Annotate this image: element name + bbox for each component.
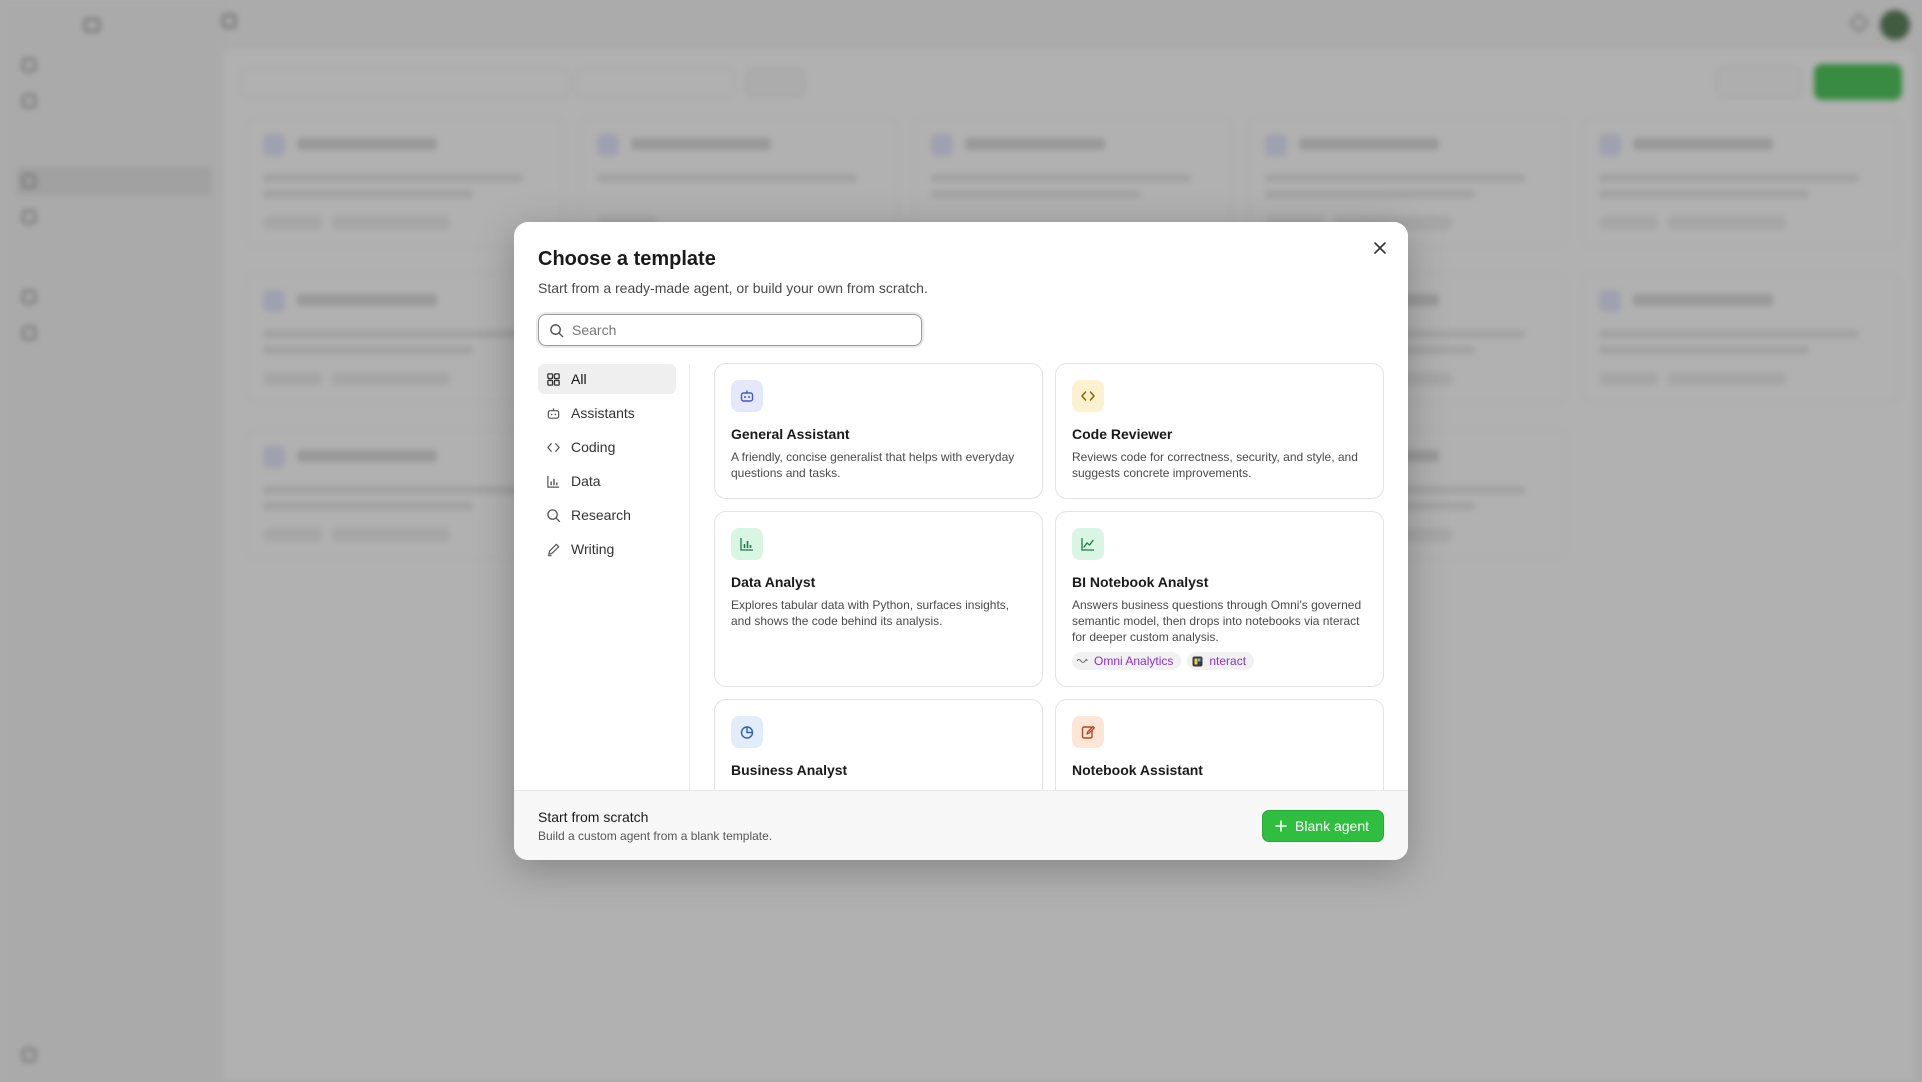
category-assistants[interactable]: Assistants	[538, 398, 676, 428]
category-label: Research	[571, 507, 631, 523]
category-all[interactable]: All	[538, 364, 676, 394]
pie-chart-icon	[740, 726, 754, 739]
close-button[interactable]	[1368, 236, 1392, 260]
search-input[interactable]	[572, 322, 892, 338]
category-list: All Assistants Coding Data Research Writ…	[538, 364, 676, 568]
template-name: Notebook Assistant	[1072, 762, 1203, 778]
template-icon-box	[731, 716, 763, 748]
category-writing[interactable]: Writing	[538, 534, 676, 564]
template-name: Code Reviewer	[1072, 426, 1173, 442]
template-icon-box	[731, 380, 763, 412]
category-coding[interactable]: Coding	[538, 432, 676, 462]
line-chart-icon	[1081, 538, 1094, 551]
template-card-notebook-assistant[interactable]: Notebook Assistant	[1055, 699, 1384, 793]
template-card-business-analyst[interactable]: Business Analyst	[714, 699, 1043, 793]
template-search[interactable]	[538, 314, 922, 346]
template-name: Business Analyst	[731, 762, 848, 778]
dialog-title: Choose a template	[538, 248, 716, 270]
bar-chart-icon	[547, 475, 560, 488]
dialog-footer: Start from scratch Build a custom agent …	[514, 790, 1408, 860]
category-label: Writing	[571, 541, 615, 557]
search-icon	[550, 323, 564, 337]
plus-icon	[1275, 820, 1287, 832]
template-grid: General Assistant A friendly, concise ge…	[714, 363, 1394, 793]
blank-agent-label: Blank agent	[1295, 818, 1369, 834]
template-card-general-assistant[interactable]: General Assistant A friendly, concise ge…	[714, 363, 1043, 499]
template-description: Reviews code for correctness, security, …	[1072, 450, 1358, 480]
robot-icon	[740, 390, 754, 402]
footer-title: Start from scratch	[538, 809, 649, 825]
template-icon-box	[1072, 716, 1104, 748]
integration-tags: Omni Analytics nteract	[1072, 652, 1255, 670]
grid-icon	[547, 372, 560, 386]
category-label: Coding	[571, 439, 616, 455]
code-icon	[1081, 391, 1095, 401]
blank-agent-button[interactable]: Blank agent	[1262, 810, 1384, 842]
integration-tag: Omni Analytics	[1072, 652, 1182, 670]
template-description: Answers business questions through Omni'…	[1072, 598, 1362, 644]
category-label: All	[571, 371, 587, 387]
notebook-edit-icon	[1081, 725, 1095, 739]
bar-chart-icon	[740, 538, 753, 551]
robot-icon	[547, 407, 560, 419]
pen-icon	[547, 543, 560, 556]
tag-label: Omni Analytics	[1094, 654, 1174, 668]
category-label: Assistants	[571, 405, 635, 421]
omni-logo-icon	[1076, 655, 1088, 667]
template-description: Explores tabular data with Python, surfa…	[731, 598, 1010, 628]
code-icon	[547, 442, 560, 452]
choose-template-dialog: Choose a template Start from a ready-mad…	[514, 222, 1408, 860]
category-label: Data	[571, 473, 601, 489]
template-icon-box	[1072, 528, 1104, 560]
template-name: General Assistant	[731, 426, 850, 442]
template-icon-box	[1072, 380, 1104, 412]
tag-label: nteract	[1209, 654, 1247, 668]
divider	[689, 364, 690, 794]
integration-tag: nteract	[1187, 652, 1255, 670]
template-name: BI Notebook Analyst	[1072, 574, 1209, 590]
dialog-subtitle: Start from a ready-made agent, or build …	[538, 280, 928, 296]
category-research[interactable]: Research	[538, 500, 676, 530]
template-description: A friendly, concise generalist that help…	[731, 450, 1015, 480]
footer-subtitle: Build a custom agent from a blank templa…	[538, 829, 773, 843]
template-icon-box	[731, 528, 763, 560]
template-card-data-analyst[interactable]: Data Analyst Explores tabular data with …	[714, 511, 1043, 687]
template-name: Data Analyst	[731, 574, 816, 590]
search-icon	[547, 508, 561, 522]
template-card-code-reviewer[interactable]: Code Reviewer Reviews code for correctne…	[1055, 363, 1384, 499]
category-data[interactable]: Data	[538, 466, 676, 496]
nteract-logo-icon	[1191, 655, 1203, 667]
template-card-bi-notebook-analyst[interactable]: BI Notebook Analyst Answers business que…	[1055, 511, 1384, 687]
close-icon	[1374, 242, 1386, 254]
